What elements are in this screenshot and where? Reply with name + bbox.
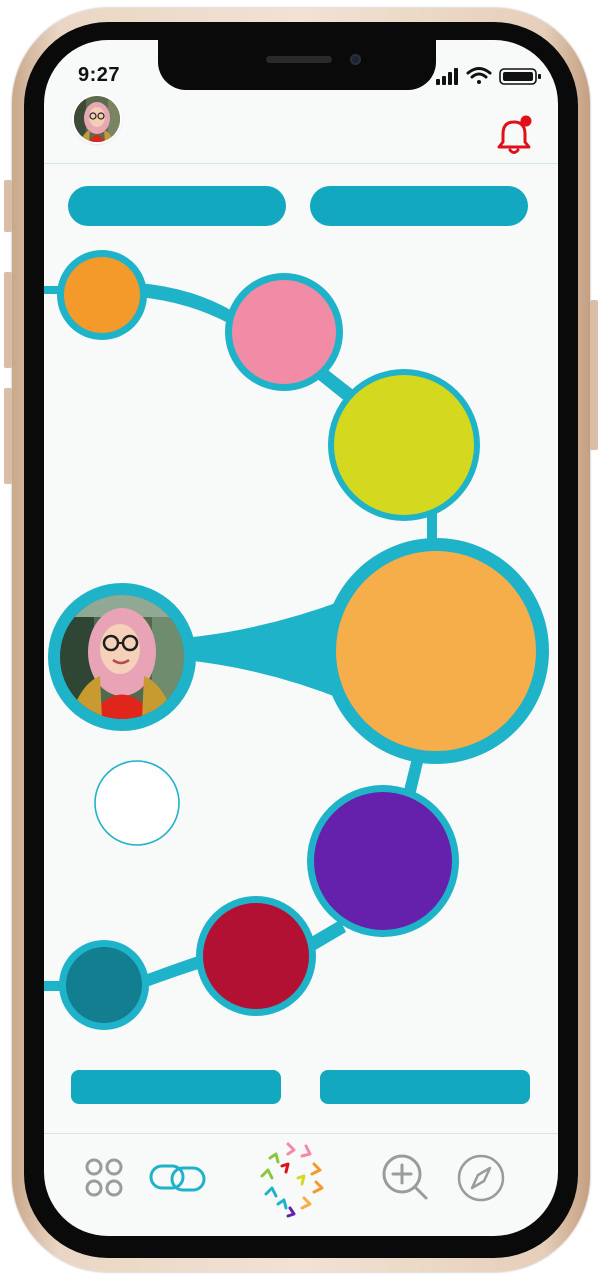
volume-up-button — [4, 272, 12, 368]
zoom-in-icon[interactable] — [378, 1150, 434, 1206]
wifi-icon — [466, 67, 492, 84]
pill-button-right[interactable] — [310, 186, 528, 226]
connector-photo-orange — [184, 600, 344, 700]
pill-button-bottom-left[interactable] — [71, 1070, 281, 1104]
status-icons — [436, 67, 541, 85]
signal-icon — [436, 68, 458, 85]
speaker-grille — [266, 56, 332, 63]
notification-badge — [520, 115, 532, 127]
power-button — [590, 300, 598, 450]
connection-graph — [44, 250, 549, 1030]
empty-circle[interactable] — [94, 760, 180, 846]
grid-icon[interactable] — [82, 1150, 128, 1206]
mute-switch — [4, 180, 12, 232]
status-time: 9:27 — [78, 64, 121, 86]
node-orange-large[interactable] — [323, 538, 549, 764]
avatar-photo — [74, 96, 120, 142]
node-teal-dark[interactable] — [59, 940, 149, 1030]
front-camera — [350, 54, 361, 65]
screen: 9:27 — [44, 40, 558, 1236]
bell-icon[interactable] — [494, 112, 534, 156]
logo-icon[interactable] — [252, 1136, 332, 1220]
pill-button-left[interactable] — [68, 186, 286, 226]
header-divider — [44, 163, 558, 164]
battery-icon — [499, 68, 541, 85]
connector-orange-pink — [139, 283, 234, 324]
node-orange-small[interactable] — [57, 250, 147, 340]
notch — [158, 40, 436, 90]
profile-avatar[interactable] — [74, 96, 120, 142]
node-crimson[interactable] — [196, 896, 316, 1016]
profile-photo[interactable] — [48, 583, 196, 731]
link-icon[interactable] — [148, 1150, 208, 1206]
node-purple[interactable] — [307, 785, 459, 937]
volume-down-button — [4, 388, 12, 484]
node-pink[interactable] — [225, 273, 343, 391]
tab-bar-divider — [44, 1133, 558, 1134]
pill-button-bottom-right[interactable] — [320, 1070, 530, 1104]
compass-icon[interactable] — [454, 1150, 508, 1206]
node-yellow-green[interactable] — [328, 369, 480, 521]
